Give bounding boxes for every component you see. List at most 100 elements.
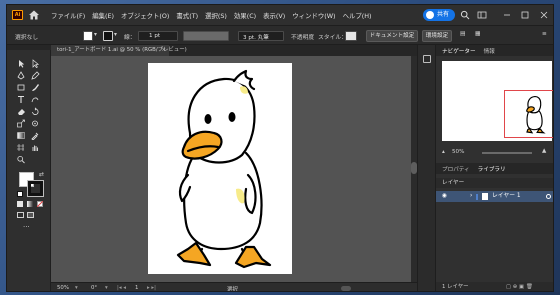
- stroke-weight-field[interactable]: 1 pt: [138, 31, 178, 41]
- paintbrush-tool-icon[interactable]: [30, 83, 40, 92]
- rotate-tool-icon[interactable]: [30, 107, 40, 116]
- tab-info[interactable]: 情報: [484, 47, 495, 55]
- gradient-mode-icon[interactable]: [27, 201, 33, 207]
- zoom-slider[interactable]: [482, 152, 532, 154]
- panels-dock: ナビゲーター 情報 ▴ 50% ▲ プロパティ ライブラリ レイヤー ◉ › レ…: [435, 45, 553, 291]
- main-menu: ファイル(F) 編集(E) オブジェクト(O) 書式(T) 選択(S) 効果(C…: [51, 5, 372, 25]
- dock-strip: [417, 45, 435, 291]
- mountain-large-icon[interactable]: ▲: [542, 148, 546, 154]
- graphic-style-swatch[interactable]: [345, 31, 357, 41]
- target-icon[interactable]: [546, 194, 551, 199]
- layer-row[interactable]: ◉ › レイヤー 1: [436, 191, 553, 202]
- first-artboard-icon[interactable]: |◂ ◂: [117, 285, 126, 291]
- panel-menu-icon[interactable]: ≡: [542, 31, 547, 37]
- stroke-color-box[interactable]: [27, 180, 44, 197]
- search-icon[interactable]: [460, 10, 470, 20]
- menu-effect[interactable]: 効果(C): [234, 11, 256, 20]
- rectangle-tool-icon[interactable]: [16, 83, 26, 92]
- share-button[interactable]: 共有: [423, 9, 455, 21]
- tab-navigator[interactable]: ナビゲーター: [442, 47, 476, 55]
- layer-name[interactable]: レイヤー 1: [492, 191, 521, 202]
- type-tool-icon[interactable]: [16, 95, 26, 104]
- navigator-tabs: ナビゲーター 情報: [436, 45, 553, 56]
- menu-file[interactable]: ファイル(F): [51, 11, 85, 20]
- document-tab-bar: tori-1_アートボード 1.ai @ 50 % (RGB/プレビュー) ×: [51, 45, 417, 56]
- puppet-warp-tool-icon[interactable]: [30, 119, 40, 128]
- none-mode-icon[interactable]: [37, 201, 43, 207]
- artboard-number[interactable]: 1: [135, 285, 138, 291]
- preferences-button[interactable]: 環境設定: [422, 30, 452, 42]
- document-setup-button[interactable]: ドキュメント設定: [366, 30, 418, 42]
- pencil-tool-icon[interactable]: [30, 71, 40, 80]
- stroke-weight-value: 1 pt: [149, 33, 161, 39]
- artboard[interactable]: [148, 63, 292, 274]
- mountain-small-icon[interactable]: ▴: [442, 149, 445, 155]
- pen-tool-icon[interactable]: [16, 71, 26, 80]
- gradient-tool-icon[interactable]: [16, 131, 26, 140]
- brush-definition[interactable]: 3 pt. 丸筆: [238, 31, 284, 41]
- eye-icon[interactable]: ◉: [442, 191, 447, 202]
- horizontal-scrollbar-thumb[interactable]: [341, 286, 351, 291]
- menu-view[interactable]: 表示(V): [263, 11, 285, 20]
- layer-actions-icon[interactable]: ▢ ⊕ ▣ 🗑: [506, 282, 533, 291]
- workspace-icon[interactable]: [477, 10, 487, 20]
- rotation-value[interactable]: 0°: [91, 285, 97, 291]
- edit-toolbar-icon[interactable]: ···: [23, 223, 30, 231]
- default-colors-icon[interactable]: [17, 191, 23, 197]
- zoom-level[interactable]: 50%: [57, 285, 69, 291]
- chevron-down-icon[interactable]: ▾: [105, 285, 108, 291]
- fill-swatch[interactable]: [83, 31, 93, 41]
- artboard-tool-icon[interactable]: [16, 143, 26, 152]
- home-icon[interactable]: [28, 9, 40, 21]
- chevron-right-icon[interactable]: ›: [470, 191, 472, 202]
- color-mode-icon[interactable]: [17, 201, 23, 207]
- document-tab[interactable]: tori-1_アートボード 1.ai @ 50 % (RGB/プレビュー) ×: [51, 45, 187, 56]
- menu-select[interactable]: 選択(S): [205, 11, 227, 20]
- menu-help[interactable]: ヘルプ(H): [343, 11, 372, 20]
- align-icon[interactable]: ▤: [460, 31, 465, 37]
- tab-layers[interactable]: レイヤー: [442, 180, 464, 186]
- selection-tool-icon[interactable]: [16, 59, 26, 68]
- panel-collapse-icon[interactable]: [423, 55, 431, 63]
- eraser-tool-icon[interactable]: [16, 107, 26, 116]
- minimize-icon[interactable]: [502, 10, 512, 20]
- user-icon: [426, 11, 434, 19]
- menu-edit[interactable]: 編集(E): [92, 11, 114, 20]
- chevron-down-icon[interactable]: ▾: [75, 285, 78, 291]
- close-icon[interactable]: [539, 10, 549, 20]
- tab-libraries[interactable]: ライブラリ: [478, 165, 506, 173]
- zoom-tool-icon[interactable]: [16, 155, 26, 164]
- variable-width-profile[interactable]: [183, 31, 229, 41]
- direct-selection-tool-icon[interactable]: [30, 59, 40, 68]
- screen-mode-icon[interactable]: [27, 212, 34, 218]
- tools-panel-header: [7, 45, 51, 50]
- canvas-area[interactable]: [51, 56, 411, 282]
- transform-icon[interactable]: ▦: [475, 31, 480, 37]
- style-label: スタイル：: [318, 35, 347, 41]
- draw-normal-icon[interactable]: [17, 212, 24, 218]
- chevron-down-icon[interactable]: ▾: [114, 32, 117, 38]
- current-tool-status: 選択: [227, 287, 238, 292]
- eyedropper-tool-icon[interactable]: [30, 131, 40, 140]
- document-tab-label: tori-1_アートボード 1.ai @ 50 % (RGB/プレビュー): [57, 47, 187, 53]
- maximize-icon[interactable]: [520, 10, 530, 20]
- menu-window[interactable]: ウィンドウ(W): [292, 11, 335, 20]
- navigator-duck-thumbnail: [526, 96, 546, 134]
- swap-fill-stroke-icon[interactable]: ⇄: [39, 171, 44, 178]
- next-artboard-icon[interactable]: ▸ ▸|: [147, 285, 156, 291]
- tools-panel: ⇄ ···: [7, 45, 51, 291]
- opacity-label[interactable]: 不透明度: [291, 32, 314, 41]
- navigator-zoom-value[interactable]: 50%: [452, 149, 464, 155]
- duck-illustration[interactable]: [148, 63, 292, 274]
- stroke-swatch[interactable]: [103, 31, 113, 41]
- tab-properties[interactable]: プロパティ: [442, 165, 470, 173]
- menu-type[interactable]: 書式(T): [176, 11, 198, 20]
- shaper-tool-icon[interactable]: [30, 95, 40, 104]
- menu-object[interactable]: オブジェクト(O): [121, 11, 169, 20]
- navigator-preview[interactable]: [442, 61, 553, 141]
- scale-tool-icon[interactable]: [16, 119, 26, 128]
- properties-tabs: プロパティ ライブラリ: [436, 163, 553, 174]
- hand-tool-icon[interactable]: [30, 143, 40, 152]
- close-icon[interactable]: ×: [161, 45, 166, 56]
- chevron-down-icon[interactable]: ▾: [94, 32, 97, 38]
